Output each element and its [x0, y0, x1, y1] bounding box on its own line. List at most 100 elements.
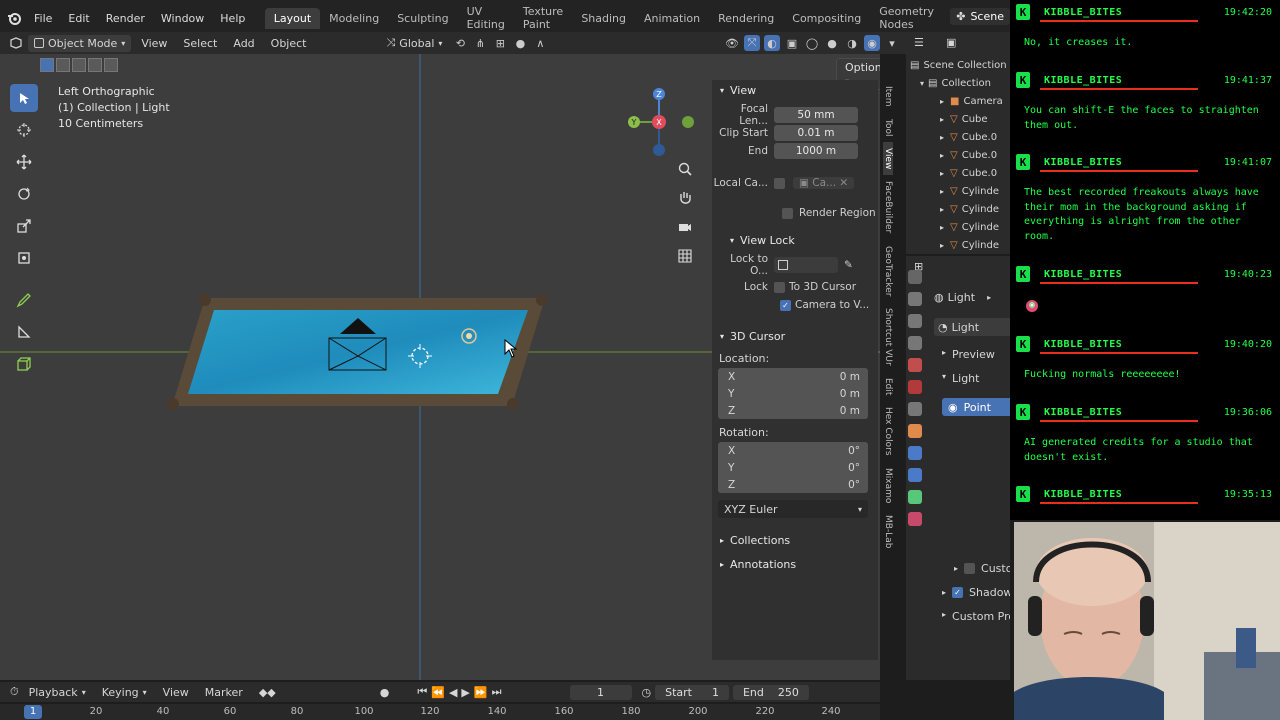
material-shading-icon[interactable]: ◑	[844, 35, 860, 51]
tab-facebuilder[interactable]: FaceBuilder	[883, 175, 893, 239]
constraints-props-icon[interactable]	[908, 468, 922, 482]
shadow-panel-header[interactable]: ▸ ✓ Shadow	[942, 586, 1010, 599]
tab-edit[interactable]: Edit	[883, 372, 893, 401]
menu-playback[interactable]: Playback ▾	[23, 684, 92, 701]
menu-timeline-view[interactable]: View	[157, 684, 195, 701]
gizmo-toggle-icon[interactable]: ⤧	[744, 35, 760, 51]
tab-shading[interactable]: Shading	[572, 8, 635, 29]
select-box-tool[interactable]	[10, 84, 38, 112]
next-keyframe-icon[interactable]: ⏩	[474, 686, 488, 699]
preview-panel-header[interactable]: ▸ Preview	[942, 348, 995, 361]
tab-tool[interactable]: Tool	[883, 113, 893, 142]
output-props-icon[interactable]	[908, 314, 922, 328]
jump-start-icon[interactable]: ⏮	[417, 685, 427, 699]
gizmo-neg-z-axis[interactable]	[653, 144, 665, 156]
editor-type-icon[interactable]	[8, 35, 24, 51]
menu-view[interactable]: View	[135, 35, 173, 52]
menu-render[interactable]: Render	[98, 12, 153, 25]
outliner-item[interactable]: ▸ ▽ Cube.0	[910, 164, 1010, 182]
outliner-item[interactable]: ▸ ▽ Cylinde	[910, 182, 1010, 200]
menu-object[interactable]: Object	[265, 35, 313, 52]
select-intersect-icon[interactable]	[104, 58, 118, 72]
tool-props-icon[interactable]	[908, 270, 922, 284]
zoom-icon[interactable]	[674, 158, 696, 180]
outliner-item[interactable]: ▸ ▽ Cube	[910, 110, 1010, 128]
cursor-location-x-field[interactable]: X 0 m	[718, 368, 868, 385]
current-frame-field[interactable]: 1	[569, 684, 632, 700]
navigation-gizmo[interactable]: Z Y X	[620, 82, 700, 162]
object-props-icon[interactable]	[908, 424, 922, 438]
tab-hex-colors[interactable]: Hex Colors	[883, 401, 893, 462]
tab-modeling[interactable]: Modeling	[320, 8, 388, 29]
world-props-icon[interactable]	[908, 380, 922, 394]
outliner-collection[interactable]: ▾ ▤ Collection	[910, 74, 1010, 92]
light-panel-header[interactable]: ▾ Light	[942, 372, 979, 385]
outliner-item[interactable]: ▸ ▽ Cylinde	[910, 236, 1010, 254]
view-panel-header[interactable]: ▾ View	[712, 80, 878, 100]
rendered-shading-icon[interactable]: ◉	[864, 35, 880, 51]
outliner-scene-collection[interactable]: ▤ Scene Collection	[910, 56, 1010, 74]
scene-selector[interactable]: ✤ Scene	[950, 8, 1010, 25]
eyedropper-icon[interactable]: ✎	[844, 259, 853, 271]
tab-texture-paint[interactable]: Texture Paint	[514, 1, 572, 35]
falloff-icon[interactable]: ∧	[532, 35, 548, 51]
local-camera-checkbox[interactable]	[774, 177, 785, 189]
pivot-icon[interactable]: ⟲	[452, 35, 468, 51]
light-type-point-button[interactable]: ◉ Point	[942, 398, 1010, 416]
visibility-icon[interactable]: 👁	[724, 35, 740, 51]
wireframe-shading-icon[interactable]: ◯	[804, 35, 820, 51]
render-props-icon[interactable]	[908, 292, 922, 306]
tab-shortcut-vur[interactable]: Shortcut VUr	[883, 302, 893, 372]
tab-animation[interactable]: Animation	[635, 8, 709, 29]
menu-select[interactable]: Select	[177, 35, 223, 52]
texture-props-icon[interactable]	[908, 512, 922, 526]
collection-props-icon[interactable]	[908, 402, 922, 416]
outliner-item[interactable]: ▸ ■ Camera	[910, 92, 1010, 110]
collections-panel-header[interactable]: ▸ Collections	[712, 530, 878, 550]
select-extend-icon[interactable]	[56, 58, 70, 72]
camera-to-view-checkbox[interactable]: ✓	[780, 299, 791, 311]
cursor-location-y-field[interactable]: Y 0 m	[718, 385, 868, 402]
cursor-rotation-y-field[interactable]: Y 0°	[718, 459, 868, 476]
tab-uv-editing[interactable]: UV Editing	[458, 1, 514, 35]
3d-cursor-panel-header[interactable]: ▾ 3D Cursor	[712, 326, 878, 346]
snap-icon[interactable]: ⋔	[472, 35, 488, 51]
tab-sculpting[interactable]: Sculpting	[388, 8, 457, 29]
measure-tool[interactable]	[10, 318, 38, 346]
custom-distance-checkbox[interactable]	[964, 563, 976, 574]
perspective-toggle-icon[interactable]	[674, 245, 696, 267]
select-invert-icon[interactable]	[88, 58, 102, 72]
display-mode-icon[interactable]: ▣	[946, 36, 956, 49]
outliner-item[interactable]: ▸ ▽ Cylinde	[910, 218, 1010, 236]
tab-geometry-nodes[interactable]: Geometry Nodes	[870, 1, 943, 35]
close-icon[interactable]: ✕	[839, 177, 848, 189]
snap-target-icon[interactable]: ⊞	[492, 35, 508, 51]
xray-icon[interactable]: ▣	[784, 35, 800, 51]
scale-tool[interactable]	[10, 212, 38, 240]
menu-marker[interactable]: Marker	[199, 684, 249, 701]
gizmo-neg-y-axis[interactable]	[682, 116, 694, 128]
end-frame-field[interactable]: End 250	[732, 684, 809, 700]
framed-picture-object[interactable]	[160, 286, 560, 416]
tab-mixamo[interactable]: Mixamo	[883, 462, 893, 509]
select-new-icon[interactable]	[40, 58, 54, 72]
solid-shading-icon[interactable]: ●	[824, 35, 840, 51]
menu-file[interactable]: File	[26, 12, 60, 25]
tab-item[interactable]: Item	[883, 80, 893, 113]
cursor-location-z-field[interactable]: Z 0 m	[718, 402, 868, 419]
clock-icon[interactable]: ◷	[642, 686, 652, 699]
menu-edit[interactable]: Edit	[60, 12, 97, 25]
select-subtract-icon[interactable]	[72, 58, 86, 72]
physics-props-icon[interactable]	[908, 446, 922, 460]
render-region-checkbox[interactable]	[782, 207, 793, 219]
cursor-tool[interactable]	[10, 116, 38, 144]
pan-hand-icon[interactable]	[674, 187, 696, 209]
cursor-rotation-x-field[interactable]: X 0°	[718, 442, 868, 459]
menu-window[interactable]: Window	[153, 12, 212, 25]
view-lock-header[interactable]: ▾ View Lock	[712, 230, 878, 250]
keyframe-nav-icon[interactable]: ◆◆	[259, 686, 276, 699]
annotate-tool[interactable]	[10, 286, 38, 314]
view-layer-props-icon[interactable]	[908, 336, 922, 350]
proportional-edit-icon[interactable]: ●	[512, 35, 528, 51]
cursor-rotation-z-field[interactable]: Z 0°	[718, 476, 868, 493]
